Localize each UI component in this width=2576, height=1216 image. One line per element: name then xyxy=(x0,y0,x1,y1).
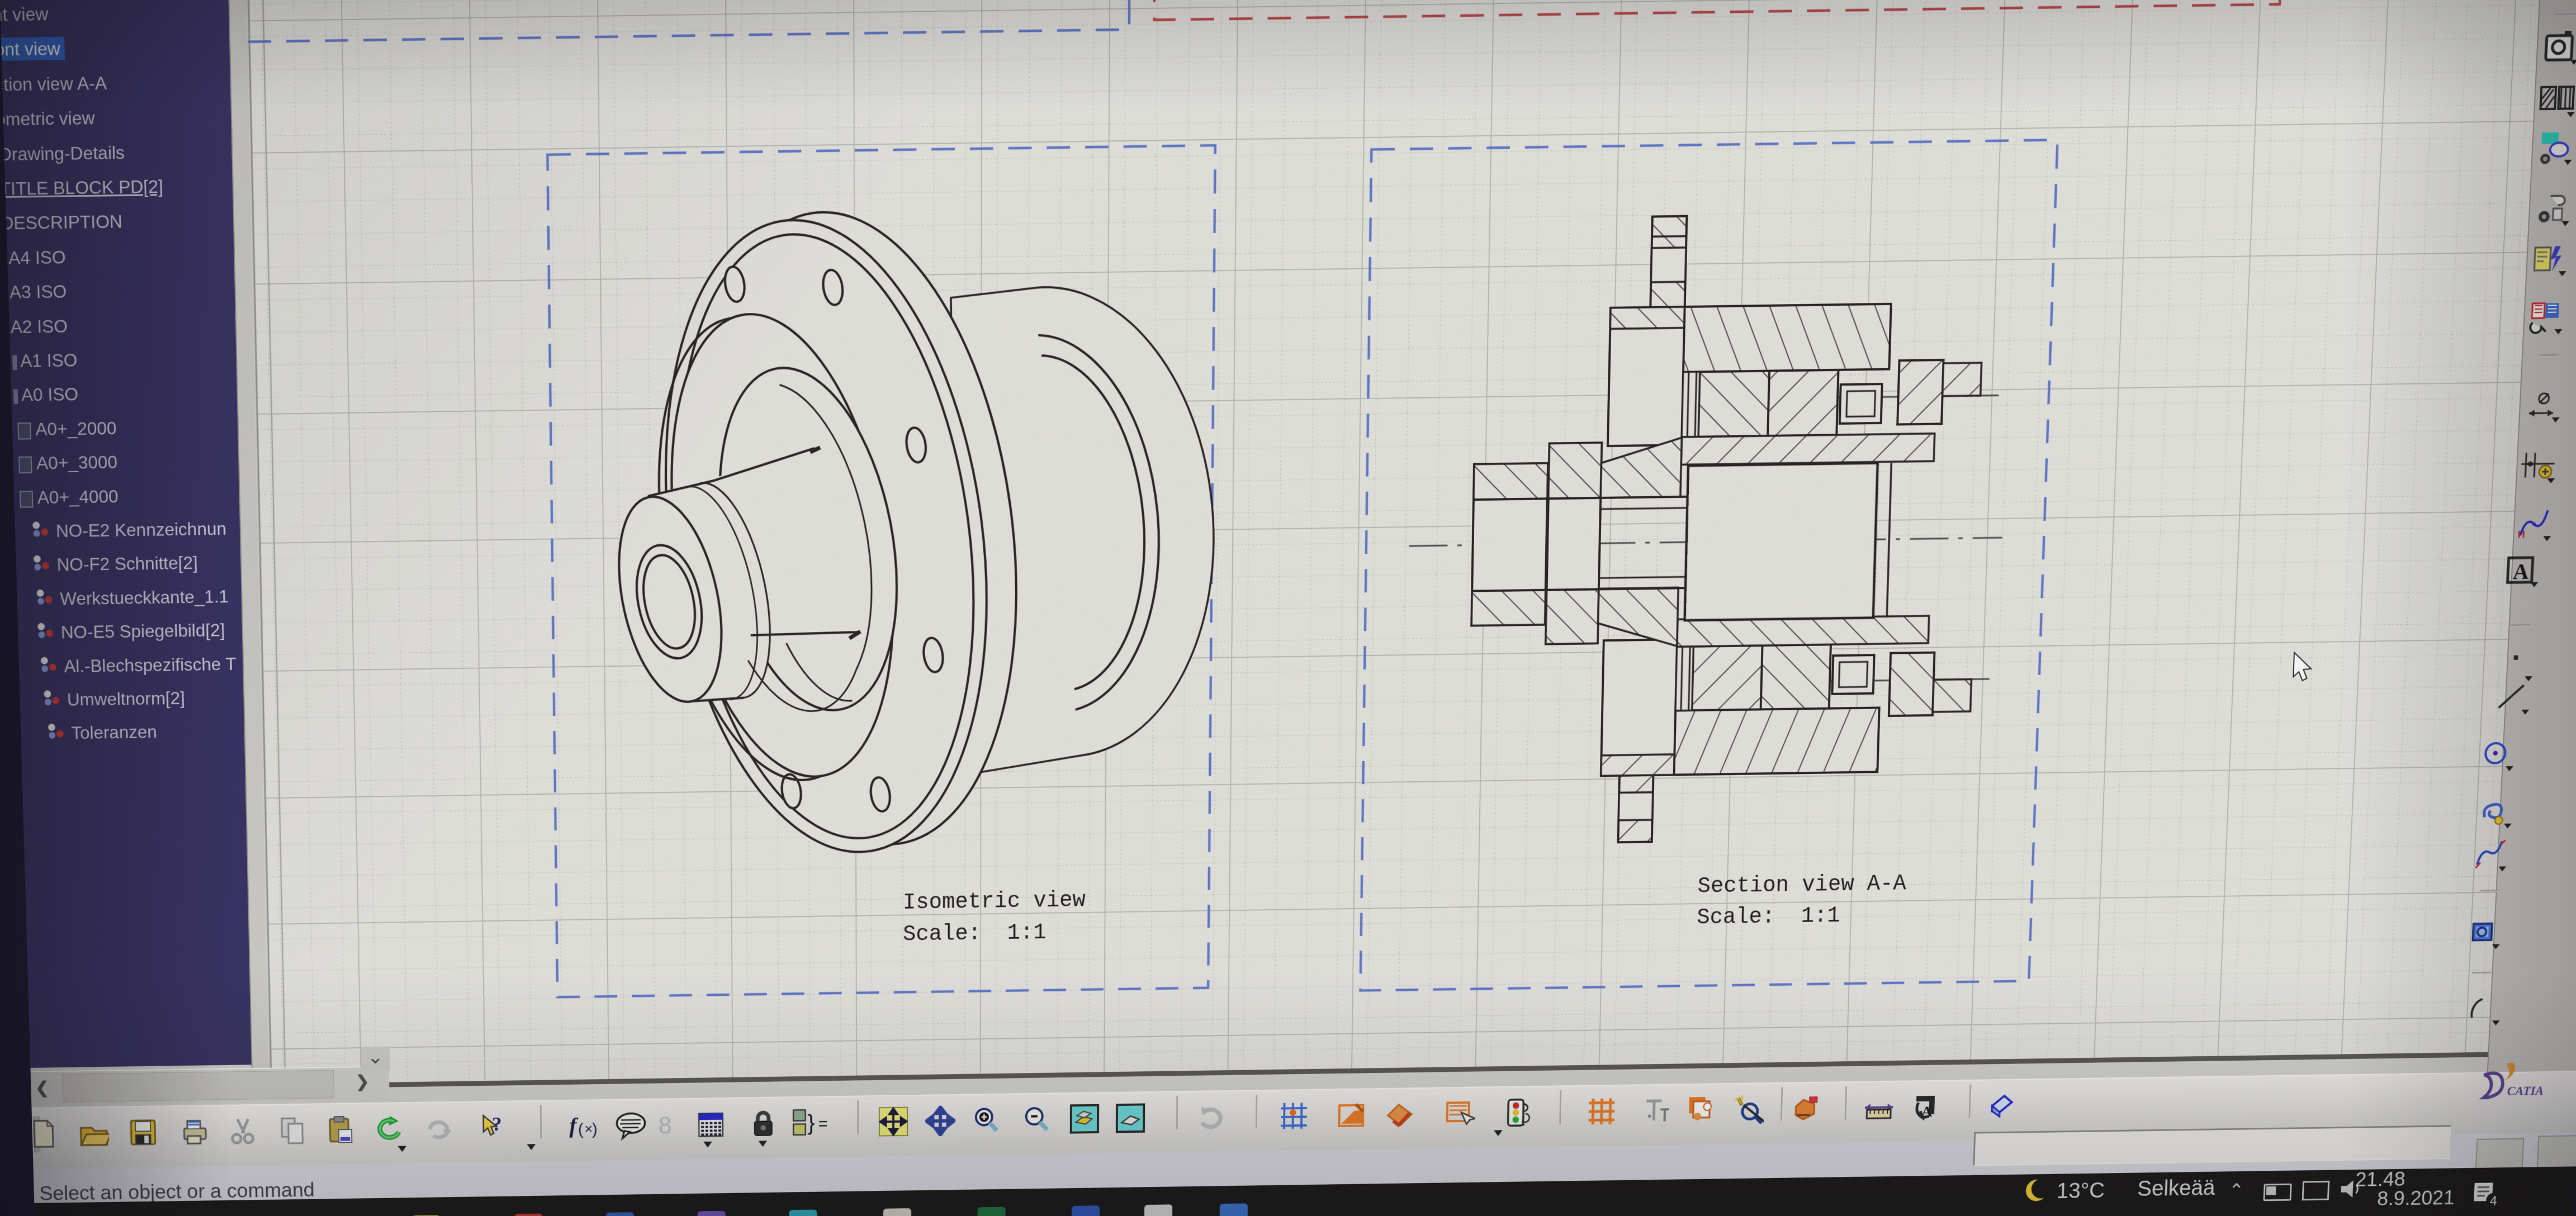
svg-text:Scale: 1:1: Scale: 1:1 xyxy=(903,920,1046,947)
svg-text:f: f xyxy=(569,1114,579,1138)
svg-text:Section view A-A: Section view A-A xyxy=(1697,872,1907,900)
svg-text:A: A xyxy=(2512,559,2530,585)
svg-text:CATIA: CATIA xyxy=(2507,1084,2544,1099)
svg-text:(: ( xyxy=(578,1120,584,1138)
svg-text:}: } xyxy=(807,1111,815,1136)
svg-text:8: 8 xyxy=(659,1112,672,1139)
svg-text:?: ? xyxy=(492,1113,502,1135)
svg-text:): ) xyxy=(592,1120,598,1138)
svg-text:Scale: 1:1: Scale: 1:1 xyxy=(1697,904,1840,930)
svg-text:4: 4 xyxy=(2489,1194,2497,1208)
svg-text:=: = xyxy=(818,1115,827,1133)
svg-text:Isometric view: Isometric view xyxy=(903,888,1086,915)
svg-text:A: A xyxy=(1921,1104,1933,1120)
